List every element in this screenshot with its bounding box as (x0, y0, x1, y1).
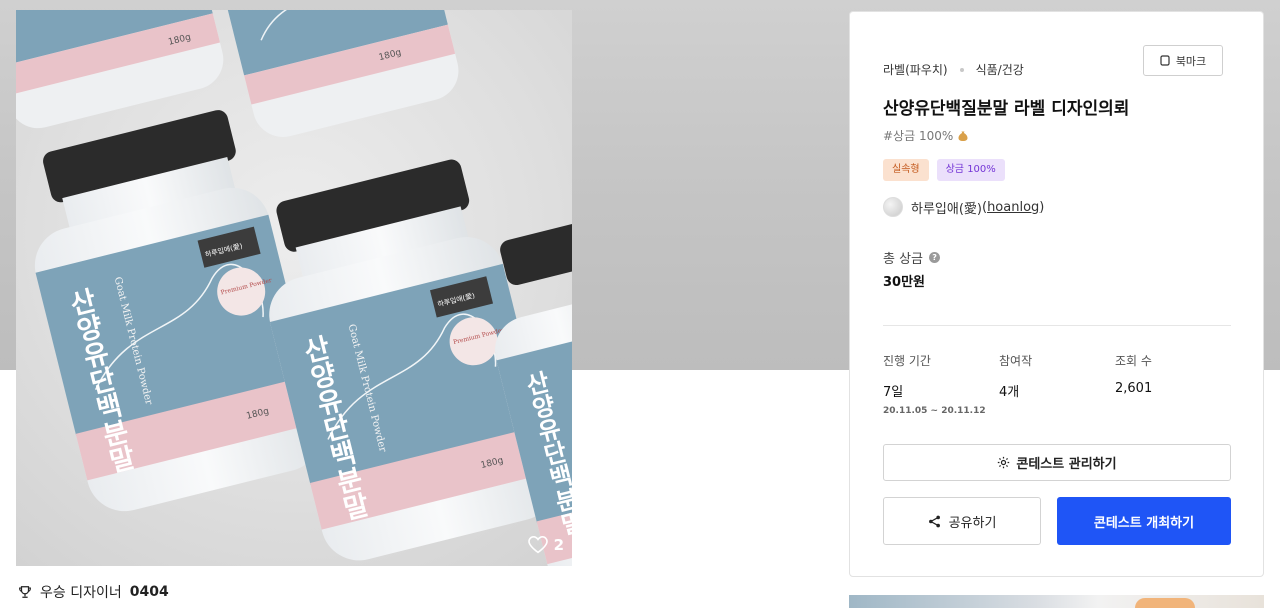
bookmark-label: 북마크 (1175, 54, 1207, 68)
bookmark-button[interactable]: 북마크 (1143, 45, 1223, 76)
trophy-icon (19, 586, 31, 598)
stat-period-value: 7일 (883, 385, 904, 400)
total-prize-value: 30만원 (883, 275, 926, 290)
share-button[interactable]: 공유하기 (883, 497, 1041, 545)
stat-views-value: 2,601 (1115, 381, 1153, 396)
stat-entries-label: 참여작 (999, 354, 1033, 368)
money-bag-icon (958, 131, 968, 141)
contest-tagline: #상금 100% (883, 127, 969, 144)
stat-views-label: 조회 수 (1115, 354, 1152, 368)
like-count-number: 2 (553, 536, 564, 554)
winner-number: 0404 (129, 584, 169, 600)
manage-contest-label: 콘테스트 관리하기 (1016, 457, 1117, 472)
gear-icon (998, 456, 1010, 469)
badge-prize: 상금 100% (936, 159, 1005, 181)
category-primary[interactable]: 라벨(파우치) (883, 61, 948, 78)
bookmark-icon (1160, 55, 1170, 66)
contest-badges: 실속형 상금 100% (883, 159, 1005, 181)
badge-plan: 실속형 (883, 159, 929, 181)
winner-label: 우승 디자이너 (40, 585, 122, 601)
stat-period-label: 진행 기간 (883, 354, 931, 368)
jar-illustration: 180g 180g 산양유단백분말 Goat Milk Protein Powd… (16, 10, 572, 566)
avatar (883, 197, 903, 217)
category-separator (959, 67, 964, 72)
manage-contest-button[interactable]: 콘테스트 관리하기 (883, 444, 1231, 481)
contest-title: 산양유단백질분말 라벨 디자인의뢰 (883, 99, 1130, 119)
stat-entries-value: 4개 (999, 385, 1020, 400)
stat-entries: 참여작 4개 (999, 352, 1032, 400)
preview-shape (1135, 598, 1195, 608)
contest-info-panel: 라벨(파우치) 식품/건강 북마크 산양유단백질분말 라벨 디자인의뢰 #상금 … (849, 11, 1264, 577)
winner-designer: 우승 디자이너 0404 (18, 582, 169, 602)
open-contest-button[interactable]: 콘테스트 개최하기 (1057, 497, 1231, 545)
jar-top-middle: 180g (215, 10, 459, 137)
heart-icon (527, 536, 548, 554)
tagline-text: #상금 100% (883, 129, 954, 143)
stat-period: 진행 기간 7일 20.11.05 ~ 20.11.12 (883, 352, 986, 416)
total-prize-text: 총 상금 (883, 252, 924, 267)
question-icon[interactable]: ? (929, 252, 941, 263)
product-image[interactable]: 180g 180g 산양유단백분말 Goat Milk Protein Powd… (16, 10, 572, 566)
like-count[interactable]: 2 (527, 536, 564, 554)
share-icon (928, 515, 940, 527)
category-secondary[interactable]: 식품/건강 (976, 61, 1024, 78)
next-section-preview (849, 595, 1264, 608)
stat-period-range: 20.11.05 ~ 20.11.12 (883, 406, 986, 416)
share-label: 공유하기 (948, 515, 997, 531)
client-info[interactable]: 하루입애(愛)(hoanlog) (883, 197, 1044, 217)
total-prize-label: 총 상금 ? (883, 248, 941, 267)
divider (883, 325, 1231, 326)
stat-views: 조회 수 2,601 (1115, 352, 1152, 396)
client-handle[interactable]: hoanlog (987, 200, 1039, 215)
category-breadcrumb: 라벨(파우치) 식품/건강 (883, 61, 1024, 78)
client-name: 하루입애(愛) (911, 201, 982, 217)
